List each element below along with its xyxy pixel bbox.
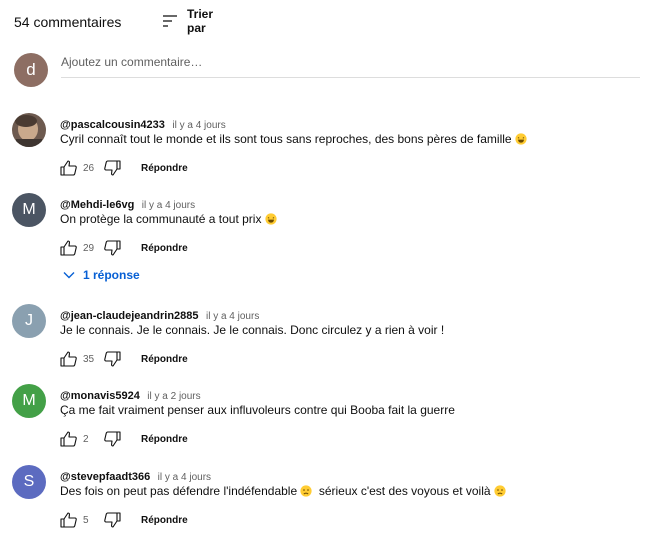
comment-author[interactable]: @jean-claudejeandrin2885: [60, 310, 199, 322]
comment-author[interactable]: @monavis5924: [60, 390, 140, 402]
dislike-icon[interactable]: [103, 240, 121, 256]
chevron-down-icon: [63, 271, 75, 279]
dislike-icon[interactable]: [103, 351, 121, 367]
like-count: 29: [83, 242, 95, 254]
reply-button[interactable]: Répondre: [141, 354, 188, 365]
like-icon[interactable]: [60, 240, 78, 256]
comment-count: 54 commentaires: [14, 14, 122, 30]
laughing-emoji-icon: [265, 213, 277, 225]
like-icon[interactable]: [60, 512, 78, 528]
comment-input[interactable]: Ajoutez un commentaire…: [61, 55, 640, 78]
like-icon[interactable]: [60, 160, 78, 176]
sort-label: Trier par: [187, 7, 214, 35]
comment-text-part: sérieux c'est des voyous et voilà: [318, 484, 491, 498]
worried-emoji-icon: [300, 485, 313, 497]
avatar-photo-icon: [12, 113, 46, 147]
dislike-icon[interactable]: [103, 512, 121, 528]
avatar: d: [14, 53, 48, 87]
like-count: 35: [83, 353, 95, 365]
reply-button[interactable]: Répondre: [141, 434, 188, 445]
like-icon[interactable]: [60, 431, 78, 447]
add-comment-row: d Ajoutez un commentaire…: [14, 53, 644, 89]
like-icon[interactable]: [60, 351, 78, 367]
like-count: 26: [83, 162, 95, 174]
avatar[interactable]: M: [12, 193, 46, 227]
comment-text: Je le connais. Je le connais. Je le conn…: [60, 323, 445, 337]
laughing-emoji-icon: [515, 133, 527, 145]
comment-time[interactable]: il y a 4 jours: [158, 472, 211, 483]
comment-text: Cyril connaît tout le monde et ils sont …: [60, 132, 527, 146]
comment-text-content: Cyril connaît tout le monde et ils sont …: [60, 132, 512, 146]
comment-text-content: On protège la communauté a tout prix: [60, 212, 262, 226]
comment-text: Des fois on peut pas défendre l'indéfend…: [60, 484, 506, 498]
comments-header: 54 commentaires Trier par: [14, 7, 213, 35]
comment-time[interactable]: il y a 4 jours: [172, 120, 225, 131]
avatar[interactable]: S: [12, 465, 46, 499]
avatar[interactable]: J: [12, 304, 46, 338]
comment-time[interactable]: il y a 4 jours: [142, 200, 195, 211]
like-count: 2: [83, 433, 89, 445]
comment-author[interactable]: @pascalcousin4233: [60, 119, 165, 131]
dislike-icon[interactable]: [103, 431, 121, 447]
reply-button[interactable]: Répondre: [141, 515, 188, 526]
worried-emoji-icon: [494, 485, 506, 497]
comment-text: On protège la communauté a tout prix: [60, 212, 277, 226]
sort-icon: [162, 14, 178, 28]
comment-time[interactable]: il y a 2 jours: [147, 391, 200, 402]
replies-label: 1 réponse: [83, 268, 140, 282]
comment-author[interactable]: @stevepfaadt366: [60, 471, 150, 483]
like-count: 5: [83, 514, 89, 526]
comment-text-part: Des fois on peut pas défendre l'indéfend…: [60, 484, 298, 498]
avatar[interactable]: M: [12, 384, 46, 418]
view-replies-button[interactable]: 1 réponse: [63, 268, 140, 282]
comment-text: Ça me fait vraiment penser aux influvole…: [60, 403, 455, 417]
reply-button[interactable]: Répondre: [141, 163, 188, 174]
dislike-icon[interactable]: [103, 160, 121, 176]
avatar[interactable]: [12, 113, 46, 147]
sort-button[interactable]: Trier par: [162, 7, 214, 35]
comment-author[interactable]: @Mehdi-le6vg: [60, 199, 134, 211]
comment-time[interactable]: il y a 4 jours: [206, 311, 259, 322]
reply-button[interactable]: Répondre: [141, 243, 188, 254]
